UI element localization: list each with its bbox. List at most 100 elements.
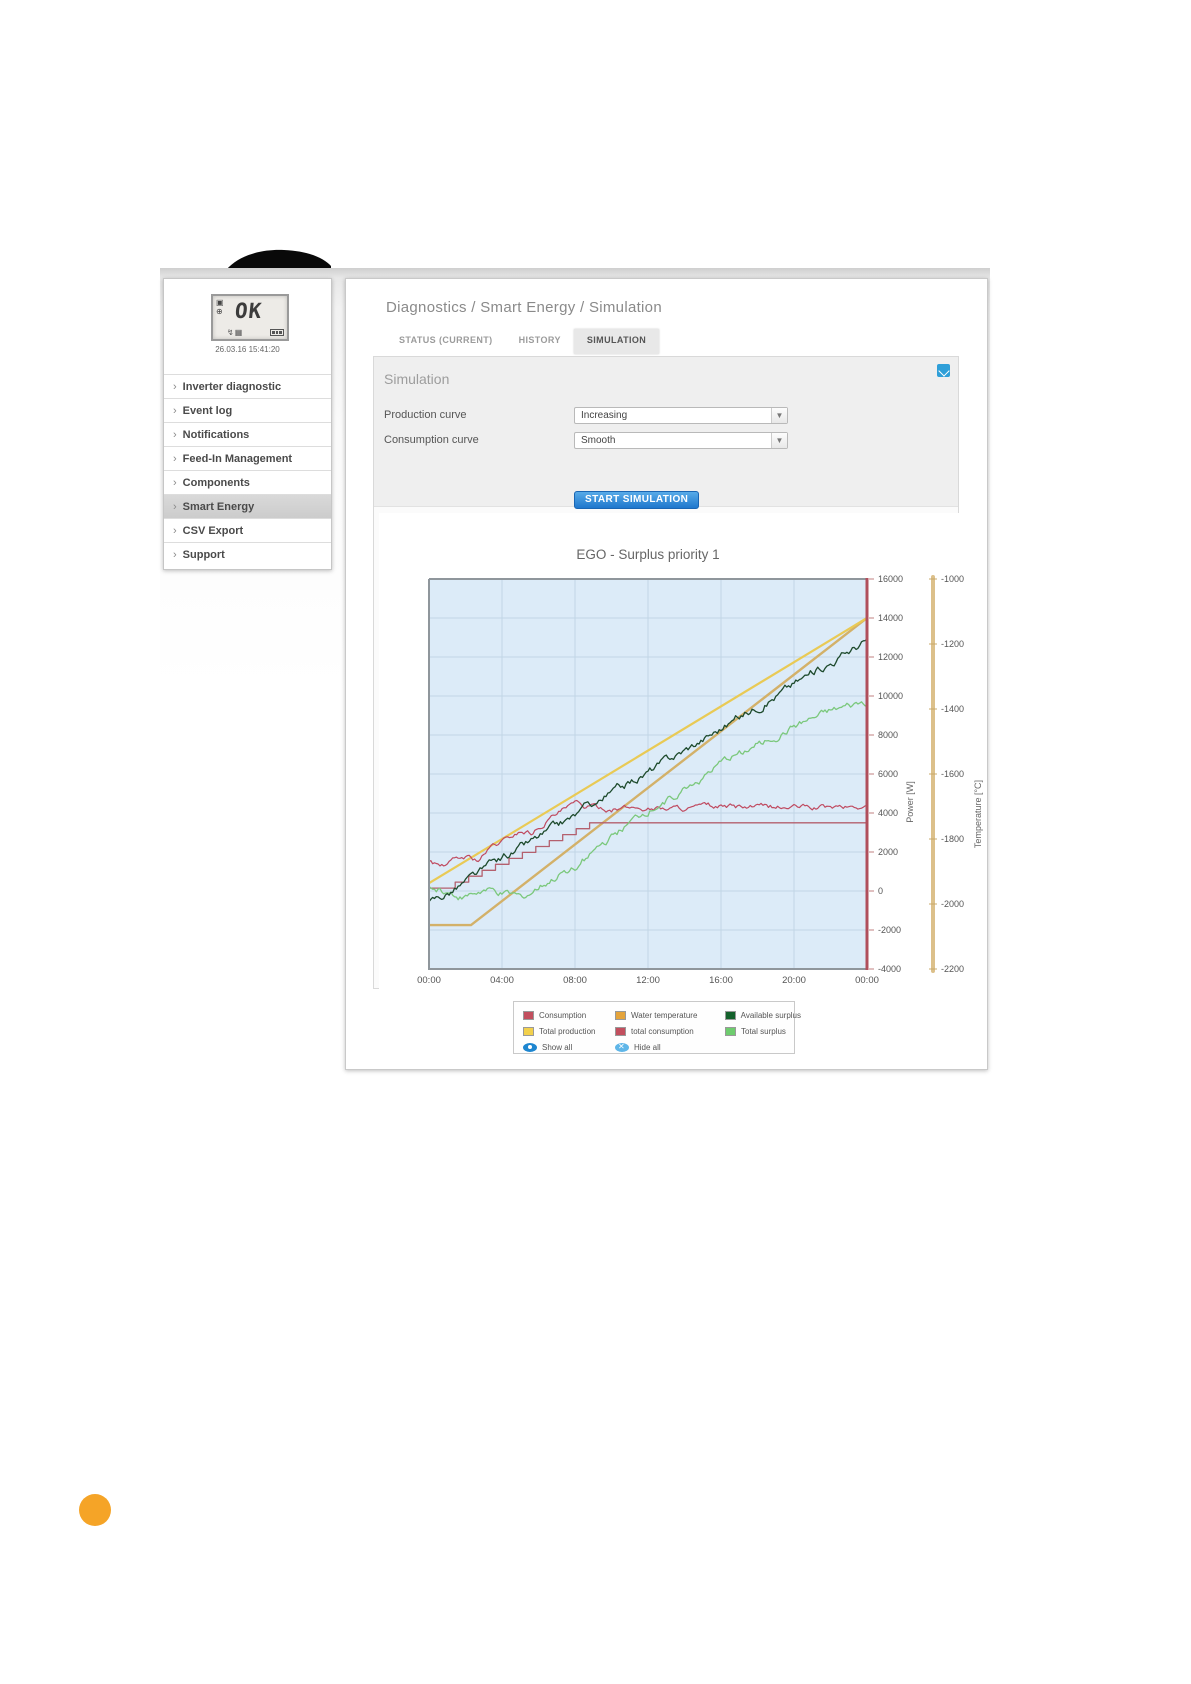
chevron-right-icon: › (173, 525, 177, 537)
legend-label: Total production (539, 1026, 596, 1036)
legend-item-total-production[interactable]: Total production (523, 1023, 615, 1039)
main-panel: Diagnostics / Smart Energy / Simulation … (345, 278, 988, 1070)
chevron-down-icon[interactable]: ▼ (771, 433, 787, 448)
sidebar-item-inverter-diagnostic[interactable]: › Inverter diagnostic (164, 374, 331, 398)
chevron-right-icon: › (173, 429, 177, 441)
section-heading: Simulation (384, 371, 450, 387)
sidebar-item-label: Inverter diagnostic (182, 381, 282, 393)
app-screenshot-region: ▣ ⊕ OK ↯▦ 26.03.16 15:41:20 › Inverter dia… (160, 268, 990, 1070)
svg-text:-2200: -2200 (941, 964, 964, 974)
svg-text:Temperature [°C]: Temperature [°C] (973, 780, 983, 848)
svg-text:-1800: -1800 (941, 834, 964, 844)
chevron-right-icon: › (173, 501, 177, 513)
svg-text:16000: 16000 (878, 574, 903, 584)
svg-text:8000: 8000 (878, 730, 898, 740)
legend-item-total-surplus[interactable]: Total surplus (725, 1023, 801, 1039)
total-consumption-swatch (615, 1026, 626, 1036)
chart-legend: Consumption Water temperature Available … (513, 1001, 801, 1055)
device-timestamp: 26.03.16 15:41:20 (215, 345, 280, 354)
svg-text:20:00: 20:00 (782, 975, 806, 986)
svg-text:16:00: 16:00 (709, 975, 733, 986)
svg-text:08:00: 08:00 (563, 975, 587, 986)
consumption-swatch (523, 1010, 534, 1020)
svg-text:6000: 6000 (878, 769, 898, 779)
svg-text:4000: 4000 (878, 808, 898, 818)
chevron-right-icon: › (173, 477, 177, 489)
consumption-curve-select[interactable]: Smooth ▼ (574, 432, 788, 449)
consumption-curve-value: Smooth (581, 435, 616, 446)
production-curve-label: Production curve (384, 409, 467, 421)
svg-text:-1000: -1000 (941, 574, 964, 584)
battery-icon (270, 329, 284, 336)
simulation-form: Simulation Production curve Increasing ▼… (374, 357, 958, 509)
sidebar-item-csv-export[interactable]: › CSV Export (164, 518, 331, 542)
sidebar-item-support[interactable]: › Support (164, 542, 331, 566)
legend-label: Water temperature (631, 1010, 698, 1020)
sidebar-item-label: Notifications (182, 429, 250, 441)
chevron-down-icon[interactable]: ▼ (771, 408, 787, 423)
chevron-right-icon: › (173, 381, 177, 393)
svg-text:-1400: -1400 (941, 704, 964, 714)
sidebar-item-smart-energy[interactable]: › Smart Energy (164, 494, 331, 518)
tab-bar: STATUS (CURRENT) HISTORY SIMULATION (386, 329, 660, 354)
total-surplus-swatch (725, 1026, 736, 1036)
svg-text:00:00: 00:00 (417, 975, 441, 986)
legend-item-total-consumption[interactable]: total consumption (615, 1023, 725, 1039)
inverter-lcd-display: ▣ ⊕ OK ↯▦ (211, 294, 289, 341)
sidebar-item-components[interactable]: › Components (164, 470, 331, 494)
tab-simulation[interactable]: SIMULATION (573, 329, 660, 354)
sidebar-item-label: CSV Export (182, 525, 244, 537)
sidebar-item-event-log[interactable]: › Event log (164, 398, 331, 422)
svg-text:0: 0 (878, 886, 883, 896)
start-simulation-button[interactable]: START SIMULATION (574, 491, 700, 509)
hide-all-button[interactable]: Hide all (615, 1039, 725, 1055)
tab-status-current[interactable]: STATUS (CURRENT) (386, 329, 506, 354)
chevron-right-icon: › (173, 405, 177, 417)
legend-action-label: Hide all (634, 1042, 661, 1052)
lcd-mode-icons: ↯▦ (227, 328, 244, 337)
document-page: ▣ ⊕ OK ↯▦ 26.03.16 15:41:20 › Inverter dia… (0, 0, 1191, 1684)
sidebar-item-label: Event log (182, 405, 233, 417)
sidebar-menu: › Inverter diagnostic › Event log › Notific… (164, 374, 331, 566)
total-production-swatch (523, 1026, 534, 1036)
chevron-right-icon: › (173, 549, 177, 561)
sidebar-item-label: Support (182, 549, 225, 561)
tab-history[interactable]: HISTORY (506, 329, 574, 354)
simulation-chart: EGO - Surplus priority 1 16000 14000 12000 1… (379, 513, 987, 991)
svg-text:00:00: 00:00 (855, 975, 879, 986)
legend-label: Available surplus (740, 1010, 801, 1020)
svg-text:10000: 10000 (878, 691, 903, 701)
svg-text:14000: 14000 (878, 613, 903, 623)
production-curve-value: Increasing (581, 410, 628, 421)
legend-label: Consumption (539, 1010, 587, 1020)
available-surplus-swatch (725, 1010, 736, 1020)
sidebar-item-label: Smart Energy (182, 501, 255, 513)
show-all-button[interactable]: Show all (523, 1039, 615, 1055)
svg-text:-2000: -2000 (941, 899, 964, 909)
svg-text:-1200: -1200 (941, 639, 964, 649)
svg-text:Power [W]: Power [W] (905, 781, 915, 823)
lcd-status-icons: ▣ ⊕ (216, 298, 224, 316)
svg-text:-2000: -2000 (878, 925, 901, 935)
eye-icon (523, 1042, 537, 1052)
sidebar-item-label: Feed-In Management (182, 453, 293, 465)
consumption-curve-label: Consumption curve (384, 434, 479, 446)
page-title: Diagnostics / Smart Energy / Simulation (386, 299, 662, 316)
svg-text:2000: 2000 (878, 847, 898, 857)
legend-item-available-surplus[interactable]: Available surplus (725, 1007, 801, 1023)
chart-export-icon[interactable] (937, 364, 950, 377)
svg-text:EGO - Surplus priority 1: EGO - Surplus priority 1 (576, 547, 719, 562)
legend-item-consumption[interactable]: Consumption (523, 1007, 615, 1023)
water-temperature-swatch (615, 1010, 626, 1020)
legend-action-label: Show all (542, 1042, 573, 1052)
sidebar-item-feed-in-management[interactable]: › Feed-In Management (164, 446, 331, 470)
chevron-right-icon: › (173, 453, 177, 465)
svg-text:-4000: -4000 (878, 964, 901, 974)
svg-text:12:00: 12:00 (636, 975, 660, 986)
svg-text:-1600: -1600 (941, 769, 964, 779)
sidebar-item-label: Components (182, 477, 250, 489)
production-curve-select[interactable]: Increasing ▼ (574, 407, 788, 424)
sidebar-item-notifications[interactable]: › Notifications (164, 422, 331, 446)
legend-item-water-temperature[interactable]: Water temperature (615, 1007, 725, 1023)
eye-off-icon (615, 1042, 629, 1052)
